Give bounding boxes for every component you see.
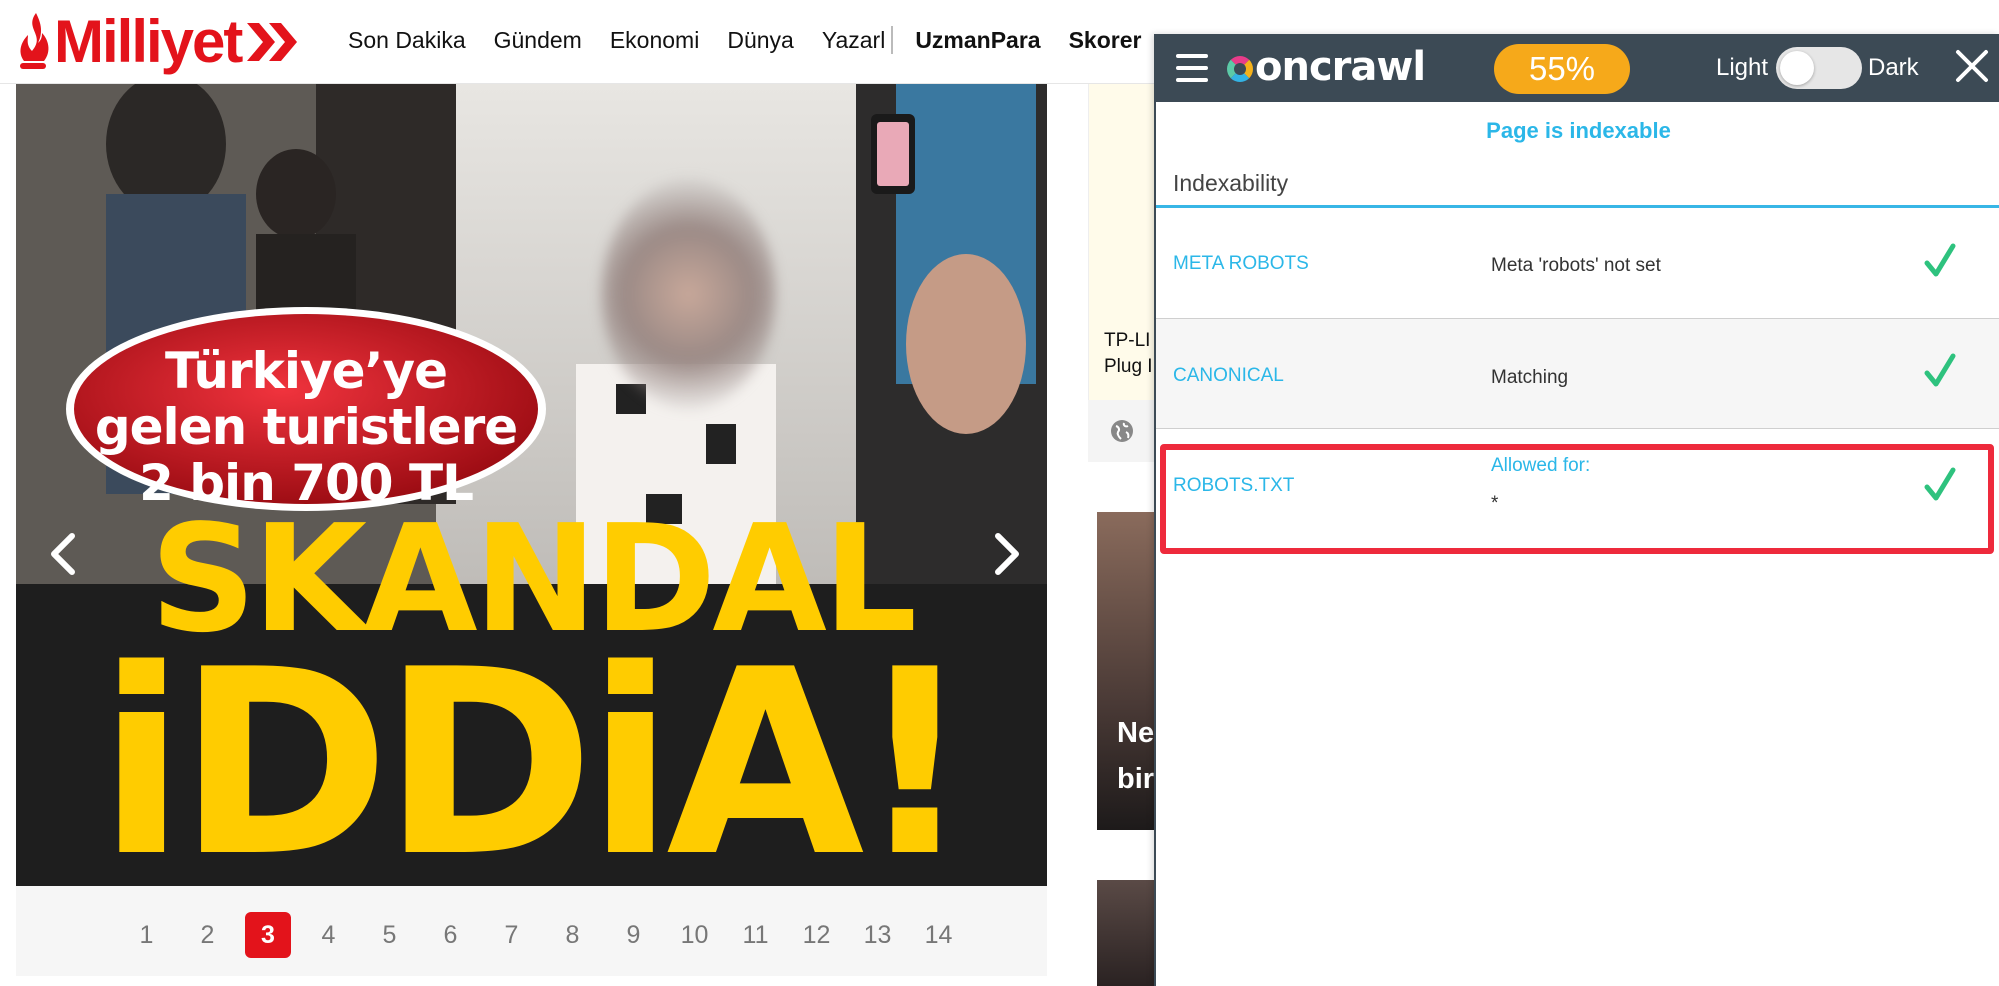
row-label[interactable]: META ROBOTS [1173, 253, 1309, 275]
milliyet-logo[interactable]: Milliyet [16, 10, 299, 74]
oncrawl-logo-ring-icon [1227, 56, 1253, 82]
ad-text[interactable]: TP-LI Plug I [1104, 328, 1153, 380]
page-link[interactable]: 12 [786, 912, 847, 958]
theme-light-label: Light [1716, 54, 1769, 81]
double-chevron-icon [247, 23, 298, 61]
page-link[interactable]: 6 [420, 912, 481, 958]
page-link-active[interactable]: 3 [245, 912, 291, 958]
page-link[interactable]: 4 [298, 912, 359, 958]
row-label[interactable]: CANONICAL [1173, 365, 1284, 387]
row-value: Meta 'robots' not set [1491, 255, 1661, 276]
ad-text-line-2: Plug I [1104, 356, 1153, 377]
theme-dark-label: Dark [1868, 54, 1919, 81]
row-value-detail: * [1491, 493, 1499, 514]
nav-item-ekonomi[interactable]: Ekonomi [610, 27, 699, 54]
chevron-right-icon[interactable] [986, 532, 1026, 576]
row-value: Allowed for: [1491, 455, 1591, 476]
page-link[interactable]: 2 [177, 912, 238, 958]
theme-toggle[interactable] [1776, 47, 1862, 89]
news-slider[interactable]: Türkiye’ye gelen turistlere 2 bin 700 TL… [16, 84, 1047, 886]
logo-text: Milliyet [54, 8, 243, 75]
checkmark-icon [1924, 467, 1956, 501]
indexable-status: Page is indexable [1486, 118, 1671, 143]
flame-icon [20, 13, 49, 69]
slider-pagination: 1 2 3 4 5 6 7 8 9 10 11 12 13 14 [16, 886, 1047, 976]
nav-item-son-dakika[interactable]: Son Dakika [348, 27, 466, 54]
nav-item-uzmanpara[interactable]: UzmanPara [915, 27, 1040, 54]
news-card-title-line-2: bir [1117, 763, 1155, 795]
slide-subheadline: Türkiye’ye gelen turistlere 2 bin 700 TL [68, 312, 544, 512]
page-link[interactable]: 5 [359, 912, 420, 958]
checkmark-icon [1924, 243, 1956, 277]
page-link[interactable]: 13 [847, 912, 908, 958]
row-label[interactable]: ROBOTS.TXT [1173, 475, 1294, 497]
page-link[interactable]: 1 [116, 912, 177, 958]
indexability-row-robots-txt: ROBOTS.TXT Allowed for: * [1156, 429, 1999, 539]
subheadline-line-1: Türkiye’ye [165, 342, 448, 400]
oncrawl-brand-text: oncrawl [1255, 44, 1426, 90]
toggle-knob [1780, 51, 1814, 85]
page-link[interactable]: 14 [908, 912, 969, 958]
news-card-title[interactable]: Ne bir [1117, 710, 1154, 802]
nav-item-dunya[interactable]: Dünya [727, 27, 793, 54]
page-link[interactable]: 11 [725, 912, 786, 958]
indexability-row-meta-robots: META ROBOTS Meta 'robots' not set [1156, 209, 1999, 319]
panel-toolbar: oncrawl 55% Light Dark [1156, 34, 1999, 102]
news-card-title-line-1: Ne [1117, 717, 1155, 749]
close-icon[interactable] [1954, 48, 1990, 84]
nav-divider [891, 26, 894, 54]
section-title: Indexability [1173, 170, 1289, 196]
blurred-face [601, 179, 776, 409]
section-divider [1156, 205, 1999, 208]
page-link[interactable]: 7 [481, 912, 542, 958]
main-nav: Son Dakika Gündem Ekonomi Dünya Yazarl U… [348, 26, 1169, 54]
page-link[interactable]: 8 [542, 912, 603, 958]
globe-icon[interactable] [1109, 418, 1135, 444]
ad-text-line-1: TP-LI [1104, 330, 1151, 351]
row-value: Matching [1491, 367, 1569, 388]
score-badge: 55% [1494, 44, 1630, 94]
indexability-row-canonical: CANONICAL Matching [1156, 319, 1999, 429]
page-link[interactable]: 10 [664, 912, 725, 958]
oncrawl-panel: oncrawl 55% Light Dark Page is indexable… [1154, 34, 1999, 986]
subheadline-line-2: gelen turistlere [94, 398, 518, 456]
nav-item-yazarlar[interactable]: Yazarl [822, 27, 886, 54]
slide-headline-bottom: iDDiA! [97, 615, 973, 886]
checkmark-icon [1924, 353, 1956, 387]
menu-icon[interactable] [1176, 54, 1208, 82]
chevron-left-icon[interactable] [44, 532, 84, 576]
nav-item-skorer[interactable]: Skorer [1069, 27, 1142, 54]
page-link[interactable]: 9 [603, 912, 664, 958]
oncrawl-logo: oncrawl [1227, 44, 1426, 90]
nav-item-gundem[interactable]: Gündem [494, 27, 582, 54]
